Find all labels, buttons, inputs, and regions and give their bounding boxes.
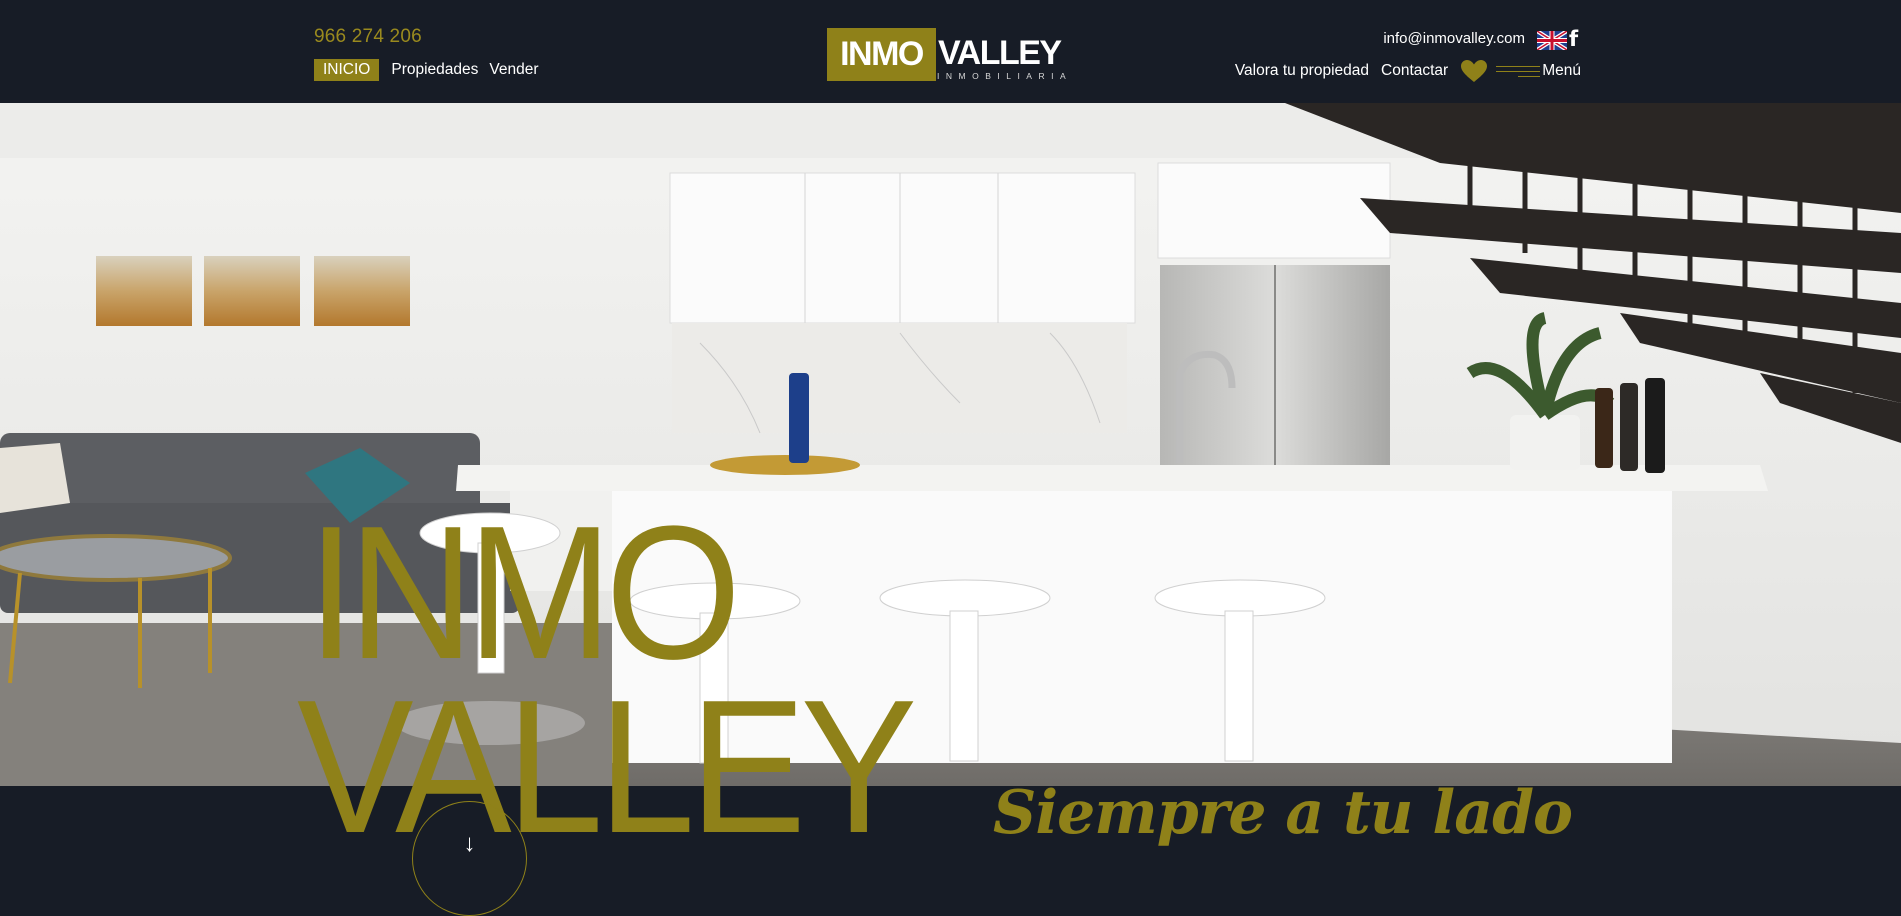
scroll-down-button[interactable]: ↓ xyxy=(412,801,527,916)
hero-title-valley: VALLEY xyxy=(297,661,917,873)
main-nav-right: Valora tu propiedad Contactar Menú xyxy=(1223,59,1581,83)
hero-tagline: Siempre a tu lado xyxy=(993,778,1573,848)
phone-number[interactable]: 966 274 206 xyxy=(314,26,422,48)
nav-inicio[interactable]: INICIO xyxy=(314,59,380,81)
nav-vender[interactable]: Vender xyxy=(489,59,538,81)
logo-valley: VALLEY xyxy=(938,34,1062,72)
site-logo[interactable]: INMO VALLEY INMOBILIARIA xyxy=(827,28,1077,84)
arrow-down-icon: ↓ xyxy=(463,829,476,857)
menu-lines-icon xyxy=(1496,63,1541,79)
menu-button[interactable]: Menú xyxy=(1496,60,1581,82)
logo-inmo: INMO xyxy=(840,35,924,73)
email-link[interactable]: info@inmovalley.com xyxy=(1383,30,1525,47)
nav-contactar[interactable]: Contactar xyxy=(1381,60,1448,82)
hero-title-inmo: INMO xyxy=(307,487,741,699)
nav-propiedades[interactable]: Propiedades xyxy=(391,59,478,81)
hero-bottom-band xyxy=(0,786,1901,911)
facebook-icon[interactable]: f xyxy=(1569,27,1578,51)
favorites-heart-icon[interactable] xyxy=(1460,59,1488,83)
logo-subtitle: INMOBILIARIA xyxy=(937,71,1073,81)
nav-valora-propiedad[interactable]: Valora tu propiedad xyxy=(1235,60,1369,82)
kitchen-photo xyxy=(0,103,1901,786)
site-header: 966 274 206 INICIO Propiedades Vender IN… xyxy=(0,0,1901,103)
main-nav-left: INICIO Propiedades Vender xyxy=(314,59,550,81)
hero-image-kitchen-photo xyxy=(0,103,1901,786)
uk-flag-icon[interactable] xyxy=(1537,31,1567,50)
menu-label: Menú xyxy=(1542,62,1581,79)
logo-box: INMO xyxy=(827,28,936,81)
